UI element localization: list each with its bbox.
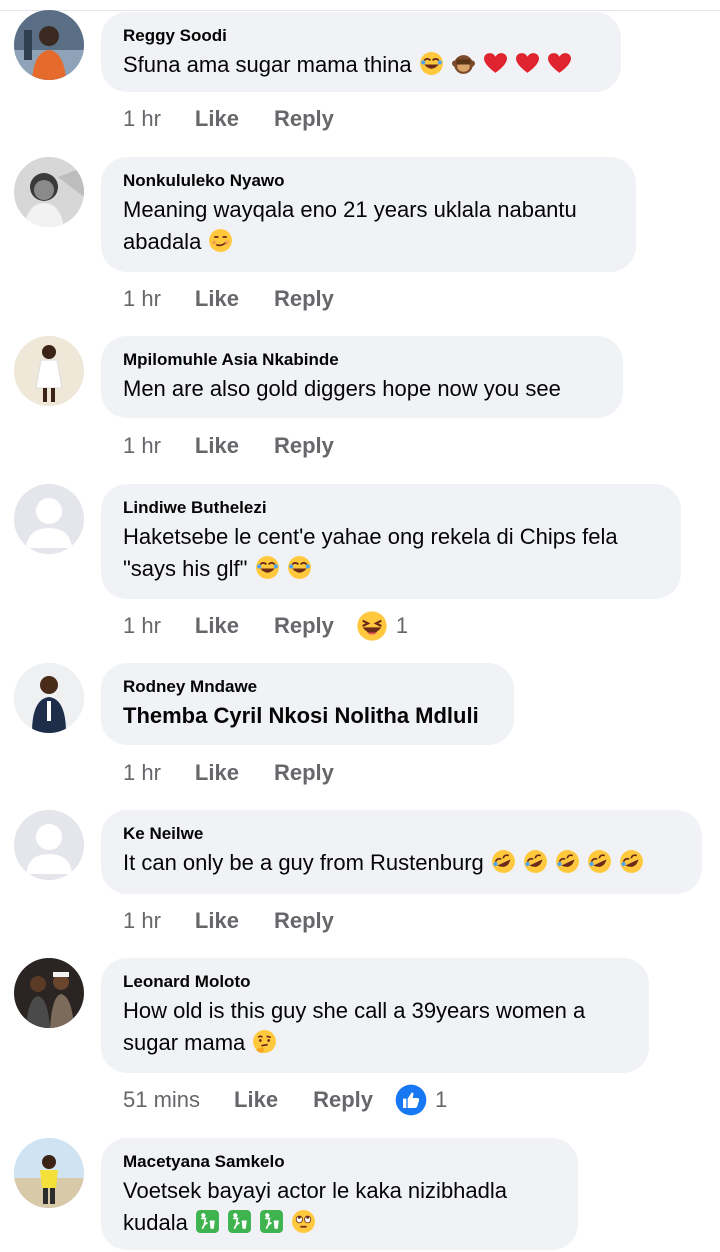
avatar[interactable] bbox=[14, 10, 84, 80]
litter-emoji bbox=[196, 1210, 219, 1233]
reaction-summary[interactable]: 1 bbox=[395, 1084, 447, 1116]
comment-text: Sfuna ama sugar mama thina bbox=[123, 52, 412, 77]
like-button[interactable]: Like bbox=[195, 908, 239, 934]
rofl-emoji bbox=[556, 850, 580, 873]
comment-text: Haketsebe le cent'e yahae ong rekela di … bbox=[123, 524, 618, 581]
like-button[interactable]: Like bbox=[195, 613, 239, 639]
like-button[interactable]: Like bbox=[195, 106, 239, 132]
monkey-emoji bbox=[451, 55, 475, 74]
reaction-count: 1 bbox=[395, 613, 409, 638]
joy-emoji bbox=[287, 556, 311, 579]
avatar[interactable] bbox=[14, 1138, 84, 1208]
comment-time: 1 hr bbox=[123, 613, 161, 638]
comment-time: 1 hr bbox=[123, 106, 161, 131]
reply-button[interactable]: Reply bbox=[274, 433, 334, 459]
comment-text: It can only be a guy from Rustenburg bbox=[123, 850, 484, 875]
haha-reaction-icon bbox=[357, 611, 387, 641]
comment-time: 1 hr bbox=[123, 908, 161, 933]
eyeroll-emoji bbox=[292, 1210, 316, 1233]
rofl-emoji bbox=[588, 850, 612, 873]
comment-author[interactable]: Mpilomuhle Asia Nkabinde bbox=[123, 350, 601, 370]
joy-emoji bbox=[255, 556, 279, 579]
comment-bubble: Rodney Mndawe Themba Cyril Nkosi Nolitha… bbox=[101, 663, 514, 745]
comment-bubble: Ke Neilwe It can only be a guy from Rust… bbox=[101, 810, 702, 894]
comment-text: Men are also gold diggers hope now you s… bbox=[123, 376, 561, 401]
heart-emoji bbox=[548, 53, 572, 73]
comment-time: 1 hr bbox=[123, 286, 161, 311]
avatar[interactable] bbox=[14, 336, 84, 406]
avatar[interactable] bbox=[14, 958, 84, 1028]
like-reaction-icon bbox=[395, 1084, 427, 1116]
avatar[interactable] bbox=[14, 484, 84, 554]
rofl-emoji bbox=[620, 850, 644, 873]
comment-time: 51 mins bbox=[123, 1087, 201, 1112]
reply-button[interactable]: Reply bbox=[274, 106, 334, 132]
comment-author[interactable]: Leonard Moloto bbox=[123, 972, 627, 992]
avatar[interactable] bbox=[14, 663, 84, 733]
avatar[interactable] bbox=[14, 157, 84, 227]
comment-bubble: Macetyana Samkelo Voetsek bayayi actor l… bbox=[101, 1138, 578, 1250]
comment-author[interactable]: Rodney Mndawe bbox=[123, 677, 492, 697]
reply-button[interactable]: Reply bbox=[274, 760, 334, 786]
rofl-emoji bbox=[524, 850, 547, 873]
reaction-count: 1 bbox=[435, 1087, 448, 1112]
reaction-summary[interactable]: 1 bbox=[356, 610, 408, 642]
smirk-emoji bbox=[209, 229, 233, 252]
like-button[interactable]: Like bbox=[195, 760, 239, 786]
heart-emoji bbox=[484, 53, 507, 73]
comment-bubble: Reggy Soodi Sfuna ama sugar mama thina bbox=[101, 12, 621, 92]
like-button[interactable]: Like bbox=[195, 433, 239, 459]
comment-author[interactable]: Ke Neilwe bbox=[123, 824, 680, 844]
comment-bubble: Nonkululeko Nyawo Meaning wayqala eno 21… bbox=[101, 157, 636, 272]
comment-author[interactable]: Nonkululeko Nyawo bbox=[123, 171, 614, 191]
comment-text: How old is this guy she call a 39years w… bbox=[123, 998, 586, 1055]
avatar[interactable] bbox=[14, 810, 84, 880]
comment-author[interactable]: Macetyana Samkelo bbox=[123, 1152, 556, 1172]
thinking-emoji bbox=[253, 1030, 277, 1053]
rofl-emoji bbox=[491, 850, 515, 873]
comment-bubble: Leonard Moloto How old is this guy she c… bbox=[101, 958, 649, 1073]
heart-emoji bbox=[516, 53, 540, 73]
comment-time: 1 hr bbox=[123, 433, 161, 458]
reply-button[interactable]: Reply bbox=[274, 286, 334, 312]
litter-emoji bbox=[260, 1210, 284, 1233]
reply-button[interactable]: Reply bbox=[274, 908, 334, 934]
comment-bubble: Lindiwe Buthelezi Haketsebe le cent'e ya… bbox=[101, 484, 681, 599]
comment-text[interactable]: Themba Cyril Nkosi Nolitha Mdluli bbox=[123, 703, 479, 728]
comment-author[interactable]: Lindiwe Buthelezi bbox=[123, 498, 659, 518]
comment-time: 1 hr bbox=[123, 760, 161, 785]
like-button[interactable]: Like bbox=[195, 286, 239, 312]
litter-emoji bbox=[228, 1210, 252, 1233]
comment-author[interactable]: Reggy Soodi bbox=[123, 26, 599, 46]
comment-bubble: Mpilomuhle Asia Nkabinde Men are also go… bbox=[101, 336, 623, 418]
reply-button[interactable]: Reply bbox=[274, 613, 334, 639]
reply-button[interactable]: Reply bbox=[313, 1087, 373, 1113]
comment-text: Meaning wayqala eno 21 years uklala naba… bbox=[123, 197, 577, 254]
like-button[interactable]: Like bbox=[234, 1087, 278, 1113]
top-divider bbox=[0, 10, 720, 11]
joy-emoji bbox=[419, 52, 443, 75]
